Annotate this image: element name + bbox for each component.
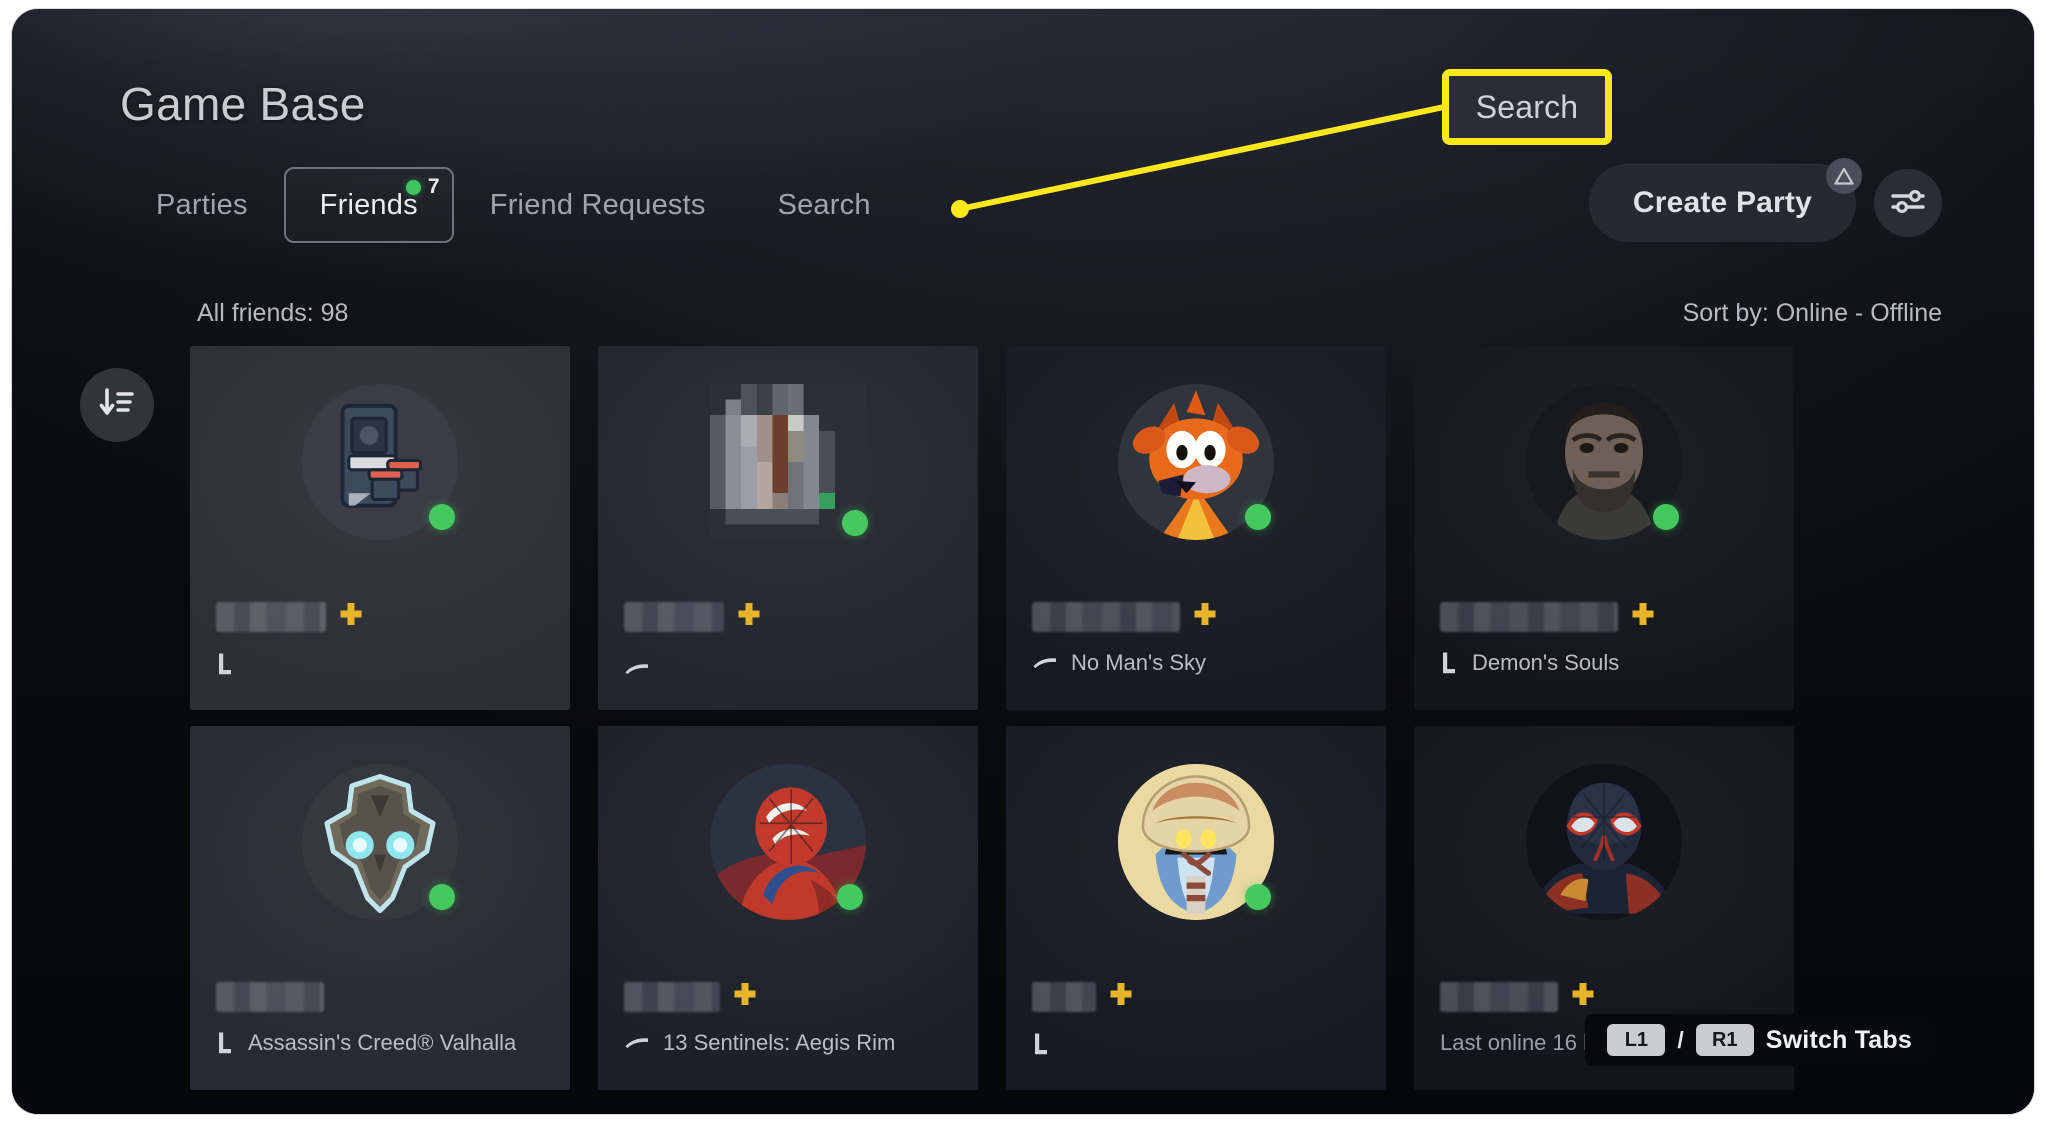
ps-plus-icon xyxy=(1630,601,1656,632)
ps-plus-icon xyxy=(1192,601,1218,632)
sort-by-label[interactable]: Sort by: Online - Offline xyxy=(1683,299,1942,328)
friend-name-row xyxy=(1440,601,1656,632)
friend-name-redacted xyxy=(1440,601,1618,632)
all-friends-count: All friends: 98 xyxy=(197,299,349,327)
switch-tabs-hint: L1 / R1 Switch Tabs xyxy=(1585,1014,1934,1066)
friend-name-row xyxy=(216,982,324,1012)
friend-name-redacted xyxy=(1440,981,1558,1012)
friend-card[interactable]: 13 Sentinels: Aegis Rim xyxy=(598,726,978,1090)
hint-separator: / xyxy=(1677,1026,1684,1053)
friend-card[interactable]: Assassin's Creed® Valhalla xyxy=(190,726,570,1090)
friend-card[interactable] xyxy=(598,346,978,710)
friend-activity-row: No Man's Sky xyxy=(1032,650,1206,676)
friend-activity-row: Demon's Souls xyxy=(1440,650,1619,676)
tab-friend-requests-label: Friend Requests xyxy=(489,188,706,221)
annotation-label: Search xyxy=(1475,88,1579,125)
create-party-label: Create Party xyxy=(1632,186,1812,219)
tab-parties-label: Parties xyxy=(156,188,248,221)
tab-friends[interactable]: Friends 7 xyxy=(283,167,454,243)
ps4-platform-icon xyxy=(624,1036,650,1050)
status-online-icon xyxy=(1653,504,1679,530)
party-settings-button[interactable] xyxy=(1874,169,1942,237)
friend-activity-row: Assassin's Creed® Valhalla xyxy=(216,1030,516,1056)
ps-plus-icon xyxy=(1108,981,1134,1012)
ps4-platform-icon xyxy=(1032,656,1058,670)
ps-plus-icon xyxy=(732,981,758,1012)
friend-activity-row xyxy=(1032,1032,1064,1056)
status-online-icon xyxy=(1245,884,1271,910)
friend-activity-label: Assassin's Creed® Valhalla xyxy=(248,1030,517,1055)
screenshot-frame: Game Base Parties Friends 7 Friend Reque… xyxy=(0,0,2046,1123)
friend-name-redacted xyxy=(1032,601,1180,632)
sort-descending-icon xyxy=(97,385,137,426)
friend-activity-label: 13 Sentinels: Aegis Rim xyxy=(663,1030,896,1055)
ps-plus-icon xyxy=(338,601,364,632)
friend-activity-row xyxy=(216,652,248,676)
annotation-search-highlight: Search xyxy=(1442,69,1612,145)
friend-name-row xyxy=(624,601,762,632)
tab-search-label: Search xyxy=(777,188,871,221)
friend-activity-label: Demon's Souls xyxy=(1472,650,1620,675)
sliders-icon xyxy=(1889,186,1927,221)
friend-activity-label: No Man's Sky xyxy=(1071,650,1207,675)
avatar xyxy=(1118,384,1274,540)
hint-label: Switch Tabs xyxy=(1765,1025,1912,1054)
ps4-platform-icon xyxy=(624,662,650,676)
triangle-button-icon xyxy=(1826,158,1862,194)
avatar xyxy=(710,384,868,540)
online-dot-icon xyxy=(405,179,421,195)
friend-card[interactable]: Demon's Souls xyxy=(1414,346,1794,710)
sort-order-button[interactable] xyxy=(80,368,154,442)
friend-name-row xyxy=(1032,601,1218,632)
avatar xyxy=(302,764,458,920)
ps5-platform-icon xyxy=(216,652,235,676)
tab-friends-label: Friends xyxy=(319,188,418,221)
friend-name-redacted xyxy=(216,601,326,632)
l1-key-icon: L1 xyxy=(1607,1024,1666,1056)
friends-grid: No Man's Sky Demon's Souls Assassin's Cr… xyxy=(190,346,1956,1090)
ps5-platform-icon xyxy=(1440,651,1459,675)
avatar xyxy=(1526,384,1682,540)
friend-name-row xyxy=(216,601,364,632)
header-actions: Create Party xyxy=(1588,158,1942,242)
ps5-platform-icon xyxy=(216,1031,235,1055)
status-online-icon xyxy=(837,884,863,910)
ps-plus-icon xyxy=(1570,981,1596,1012)
friend-card[interactable]: No Man's Sky xyxy=(1006,346,1386,710)
friend-name-row xyxy=(1440,981,1596,1012)
friend-name-redacted xyxy=(624,981,720,1012)
create-party-button[interactable]: Create Party xyxy=(1588,158,1862,242)
ps5-platform-icon xyxy=(1032,1032,1051,1056)
friends-online-badge: 7 xyxy=(405,175,440,199)
friend-card[interactable] xyxy=(190,346,570,710)
status-online-icon xyxy=(842,510,868,536)
friend-name-row xyxy=(1032,981,1134,1012)
status-online-icon xyxy=(1245,504,1271,530)
avatar xyxy=(302,384,458,540)
ps-plus-icon xyxy=(736,601,762,632)
tab-friend-requests[interactable]: Friend Requests xyxy=(454,167,742,243)
friend-name-redacted xyxy=(624,601,724,632)
status-online-icon xyxy=(429,884,455,910)
friend-name-redacted xyxy=(1032,981,1096,1012)
r1-key-icon: R1 xyxy=(1695,1024,1754,1056)
friend-activity-row: 13 Sentinels: Aegis Rim xyxy=(624,1030,895,1056)
avatar xyxy=(1526,764,1682,920)
friend-name-redacted xyxy=(216,982,324,1012)
status-online-icon xyxy=(429,504,455,530)
friend-card[interactable] xyxy=(1006,726,1386,1090)
avatar xyxy=(710,764,866,920)
friend-activity-row xyxy=(624,662,663,676)
console-screen: Game Base Parties Friends 7 Friend Reque… xyxy=(12,9,2034,1114)
page-title: Game Base xyxy=(120,78,366,130)
tab-parties[interactable]: Parties xyxy=(120,167,284,243)
avatar xyxy=(1118,764,1274,920)
friends-online-count: 7 xyxy=(427,175,440,198)
tab-search[interactable]: Search xyxy=(742,167,907,243)
tab-bar: Parties Friends 7 Friend Requests Search xyxy=(120,167,907,243)
friend-name-row xyxy=(624,981,758,1012)
